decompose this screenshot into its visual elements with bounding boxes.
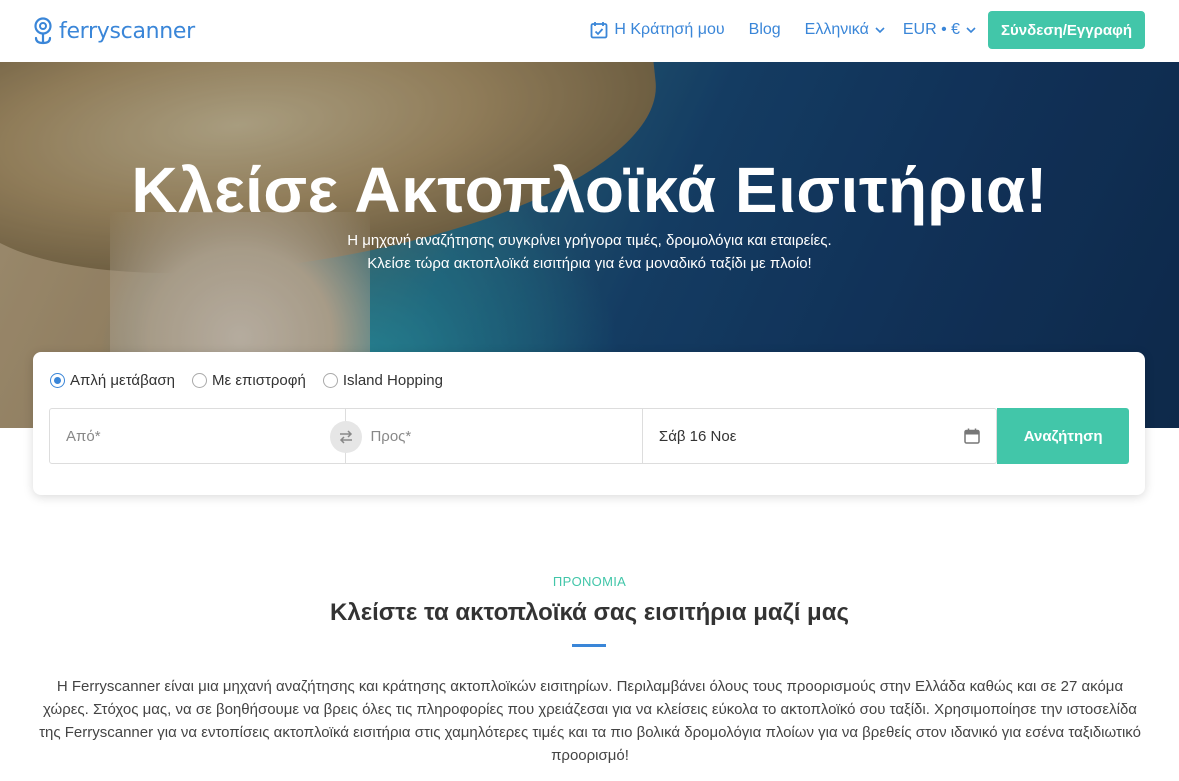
trip-type-options: Απλή μετάβαση Με επιστροφή Island Hoppin… [50,372,460,389]
language-label: Ελληνικά [804,21,869,38]
swap-ports-button[interactable] [330,421,362,453]
section-eyebrow: ΠΡΟΝΟΜΙΑ [552,574,627,589]
chevron-down-icon [966,26,976,33]
calendar-icon [964,428,981,444]
hero-title: Κλείσε Ακτοπλοϊκά Εισιτήρια! [131,154,1048,226]
search-button[interactable]: Αναζήτηση [997,408,1129,464]
benefits-paragraph: Η Ferryscanner είναι μια μηχανή αναζήτησ… [39,678,1141,764]
date-input[interactable]: Σάβ 16 Νοε [642,408,998,464]
radio-unchecked-icon[interactable] [191,373,207,388]
my-booking-label: Η Κράτησή μου [614,21,725,38]
search-fields: Από* Προς* Σάβ 16 Νοε Αναζήτηση [49,408,1129,464]
login-register-button[interactable]: Σύνδεση/Εγγραφή [988,11,1145,49]
currency-selector[interactable]: EUR • € [903,21,976,39]
title-underline [572,644,606,647]
radio-checked-icon[interactable] [50,373,65,388]
calendar-check-icon [590,22,608,39]
trip-type-return[interactable]: Με επιστροφή [191,372,306,389]
main-nav: Η Κράτησή μου Blog Ελληνικά EUR • € Σύνδ… [590,11,1145,49]
radio-unchecked-icon[interactable] [322,373,338,388]
hero-subtitle: Η μηχανή αναζήτησης συγκρίνει γρήγορα τι… [347,232,832,272]
blog-label: Blog [748,21,781,38]
date-value: Σάβ 16 Νοε [658,427,737,445]
search-card: Απλή μετάβαση Με επιστροφή Island Hoppin… [33,352,1145,495]
logo-text: ferryscanner [59,18,195,44]
chevron-down-icon [875,26,885,33]
logo[interactable]: ferryscanner [32,17,195,45]
trip-type-island-hopping[interactable]: Island Hopping [322,372,443,389]
from-placeholder: Από* [66,427,101,445]
site-header: ferryscanner Η Κράτησή μου Blog Ελληνικά… [0,0,1179,62]
ferryscanner-logo-icon [34,17,52,45]
swap-arrows-icon [339,430,353,444]
from-input[interactable]: Από* [49,408,362,464]
to-input[interactable]: Προς* [346,408,643,464]
my-booking-link[interactable]: Η Κράτησή μου [590,21,725,39]
to-placeholder: Προς* [370,427,412,445]
section-title: Κλείστε τα ακτοπλοϊκά σας εισιτήρια μαζί… [330,599,849,626]
language-selector[interactable]: Ελληνικά [805,21,885,39]
trip-type-one-way[interactable]: Απλή μετάβαση [50,372,175,389]
currency-label: EUR • € [902,21,961,38]
blog-link[interactable]: Blog [749,21,781,39]
